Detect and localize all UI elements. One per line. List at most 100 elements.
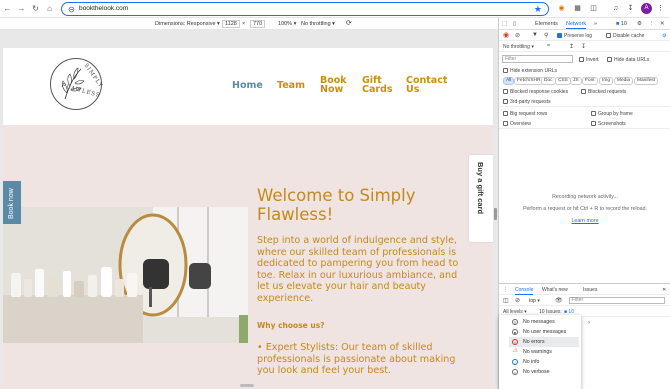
menu-no-errors[interactable]: × No errors [509,337,579,347]
tab-elements[interactable]: Elements [535,21,558,27]
settings-icon[interactable]: ⚙ [637,21,642,27]
viewport-bottom-handle[interactable] [240,384,254,387]
book-now-side-tab[interactable]: Book now [3,181,21,224]
messages-icon: ≡ [512,319,518,325]
search-icon[interactable]: ⚲ [544,32,548,39]
screenshots-checkbox[interactable]: Screenshots [591,121,626,127]
overview-checkbox[interactable]: Overview [503,121,531,127]
download-icon[interactable]: ↧ [626,4,635,13]
filter-options: Invert Hide data URLs [577,54,670,65]
throttling-select[interactable]: No throttling ▾ [301,21,335,27]
tab-network[interactable]: Network [566,21,587,29]
disable-cache-checkbox[interactable]: Disable cache [606,33,644,39]
media-icon[interactable]: ♫ [611,4,620,13]
nav-team[interactable]: Team [277,81,305,91]
type-filter-js[interactable]: JS [570,77,582,85]
export-har-icon[interactable]: ↧ [581,43,586,50]
width-input[interactable]: 1128 [222,20,240,28]
zoom-select[interactable]: 100% ▾ [278,21,296,27]
menu-icon[interactable]: ⋮ [656,4,665,13]
site-info-icon[interactable] [68,6,75,13]
devtools-panel: ⬚ ▯ Elements Network » ■ 10 ⚙ ⋮ ✕ ◉ ⊘ ▼ … [498,18,670,389]
filter-icon[interactable]: ▼ [532,32,538,38]
record-icon[interactable]: ◉ [503,31,509,39]
inspect-icon[interactable]: ⬚ [502,21,507,27]
network-throttling-select[interactable]: No throttling ▾ [503,44,534,50]
console-prompt-icon[interactable]: › [588,320,590,326]
type-filter-all[interactable]: All [503,77,515,85]
reload-icon[interactable]: ↻ [31,4,40,13]
drawer-tab-whats-new[interactable]: What's new [542,287,568,293]
extension-puzzle-icon[interactable]: ▦ [573,4,582,13]
console-clear-icon[interactable]: ⊘ [515,297,520,304]
blocked-requests-checkbox[interactable]: Blocked requests [581,89,626,95]
gift-card-side-tab[interactable]: Buy a gift card [468,154,493,243]
extensions-icon[interactable]: ◫ [589,4,598,13]
perform-request-text: Perform a request or hit Ctrl + R to rec… [522,206,648,212]
big-request-rows-checkbox[interactable]: Big request rows [503,111,547,117]
hide-extension-urls-checkbox[interactable]: Hide extension URLs [503,68,557,74]
network-empty-state: Recording network activity... Perform a … [499,191,670,227]
type-filter-fetch[interactable]: Fetch/XHR [514,77,544,85]
type-filter-manifest[interactable]: Manifest [634,77,659,85]
menu-no-messages[interactable]: ≡ No messages [509,317,579,327]
nav-book-now[interactable]: Book Now [320,76,350,95]
context-select[interactable]: top ▾ [529,298,540,304]
home-icon[interactable]: ⌂ [45,4,54,13]
forward-icon[interactable]: → [17,4,26,13]
back-icon[interactable]: ← [3,4,12,13]
more-tabs-icon[interactable]: » [594,21,597,27]
site-header: SIMPLY FLAWLESS Home Team Book Now Gift … [3,48,493,125]
network-conditions-icon[interactable]: ≈ [547,43,550,49]
salon-photo [3,207,248,343]
issues-counter[interactable]: ■ 10 [616,21,627,27]
live-expression-icon[interactable]: 👁 [555,297,563,304]
drawer-tab-issues[interactable]: Issues [583,287,597,293]
type-filter-doc[interactable]: Doc [541,77,556,85]
close-drawer-icon[interactable]: ✕ [662,287,666,293]
drawer-menu-icon[interactable]: ⋮ [503,287,508,293]
device-mode-icon[interactable]: ▯ [513,21,516,27]
menu-no-info[interactable]: i No info [509,357,579,367]
nav-gift-cards[interactable]: Gift Cards [362,76,394,95]
bookmark-star-icon[interactable]: ★ [534,4,542,14]
welcome-heading: Welcome to Simply Flawless! [257,186,416,224]
learn-more-link[interactable]: Learn more [499,215,670,227]
menu-no-user-messages[interactable]: ● No user messages [509,327,579,337]
type-filter-font[interactable]: Font [582,77,598,85]
type-filter-css[interactable]: CSS [555,77,571,85]
recording-text: Recording network activity... [552,194,618,200]
nav-home[interactable]: Home [232,81,263,91]
sidebar-toggle-icon[interactable]: ◫ [503,297,509,304]
devtools-menu-icon[interactable]: ⋮ [649,21,655,27]
third-party-checkbox[interactable]: 3rd-party requests [503,99,551,105]
blocked-cookies-checkbox[interactable]: Blocked response cookies [503,89,568,95]
nav-contact-us[interactable]: Contact Us [406,76,452,95]
user-icon: ● [512,329,518,335]
gift-card-tab-label: Buy a gift card [476,162,485,215]
network-settings-icon[interactable]: ⚙ [662,33,666,39]
preserve-log-checkbox[interactable]: Preserve log [557,33,592,39]
close-devtools-icon[interactable]: ✕ [660,21,665,27]
type-filter-img[interactable]: Img [599,77,613,85]
view-options-row-2: Overview Screenshots [499,118,670,129]
rotate-icon[interactable]: ⟳ [346,19,352,27]
invert-checkbox[interactable]: Invert [579,57,599,63]
type-filter-media[interactable]: Media [614,77,634,85]
drawer-tab-console[interactable]: Console [515,287,534,295]
network-toolbar-2: No throttling ▾ ≈ ↥ ↧ [499,41,670,52]
network-filter-input[interactable]: Filter [502,55,573,63]
viewport-resize-handle[interactable] [494,208,497,220]
group-by-frame-checkbox[interactable]: Group by frame [591,111,633,117]
address-bar[interactable]: bookthelook.com ★ [61,2,549,16]
menu-no-verbose[interactable]: • No verbose [509,367,579,377]
menu-no-warnings[interactable]: ⚠ No warnings [509,347,579,357]
height-input[interactable]: 770 [250,20,266,28]
import-har-icon[interactable]: ↥ [569,43,574,50]
clear-icon[interactable]: ⊘ [515,32,520,39]
dimensions-select[interactable]: Dimensions: Responsive ▾ [155,21,220,27]
console-filter-input[interactable]: Filter [569,297,665,304]
extension-icon[interactable]: ◉ [557,4,566,13]
hide-data-urls-checkbox[interactable]: Hide data URLs [607,57,649,63]
profile-avatar[interactable]: A [641,3,652,14]
